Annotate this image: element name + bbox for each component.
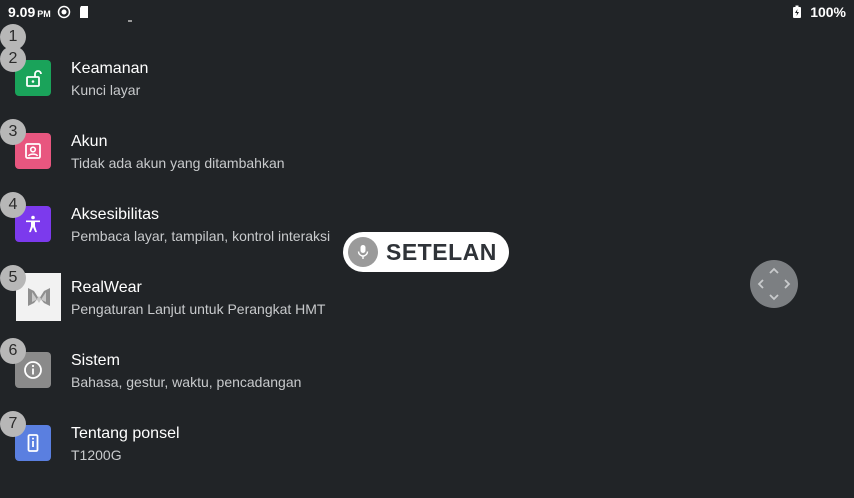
setting-title: Aksesibilitas [71,206,160,223]
setting-title: Keamanan [71,60,149,77]
setting-about-phone[interactable]: Tentang ponsel T1200G [0,425,440,498]
battery-percent: 100% [810,4,846,20]
voice-command-pill[interactable]: SETELAN [343,232,509,272]
voice-number-badge: 4 [0,192,26,218]
setting-system[interactable]: Sistem Bahasa, gestur, waktu, pencadanga… [0,352,440,425]
voice-number-badge: 6 [0,338,26,364]
microphone-icon [348,237,378,267]
setting-security[interactable]: Keamanan Kunci layar [0,60,440,133]
status-left: 9.09 PM [8,4,91,20]
battery-charging-icon [792,5,806,19]
setting-subtitle: Pengaturan Lanjut untuk Perangkat HMT [71,301,326,317]
setting-title: Akun [71,133,108,150]
ampm-text: PM [37,9,51,19]
setting-title: Tentang ponsel [71,425,180,442]
setting-accounts[interactable]: Akun Tidak ada akun yang ditambahkan [0,133,440,206]
head-tracking-nav-control[interactable] [750,260,798,308]
voice-number-badge: 2 [0,46,26,72]
scroll-remnant [128,20,132,22]
status-time: 9.09 PM [8,4,51,20]
setting-subtitle: Kunci layar [71,82,141,98]
voice-number-badge: 5 [0,265,26,291]
setting-subtitle: Bahasa, gestur, waktu, pencadangan [71,374,302,390]
voice-number-badge: 7 [0,411,26,437]
sync-icon [57,5,71,19]
nav-arrows-icon [757,267,791,301]
time-text: 9.09 [8,4,36,20]
setting-title: Sistem [71,352,120,369]
voice-number-badge: 3 [0,119,26,145]
setting-subtitle: Pembaca layar, tampilan, kontrol interak… [71,228,331,244]
voice-command-label: SETELAN [386,238,497,265]
setting-title: RealWear [71,279,142,296]
setting-subtitle: Tidak ada akun yang ditambahkan [71,155,285,171]
status-right: 100% [792,4,846,20]
setting-subtitle: T1200G [71,447,122,463]
setting-realwear[interactable]: RealWear Pengaturan Lanjut untuk Perangk… [0,273,440,352]
sd-card-icon [77,5,91,19]
